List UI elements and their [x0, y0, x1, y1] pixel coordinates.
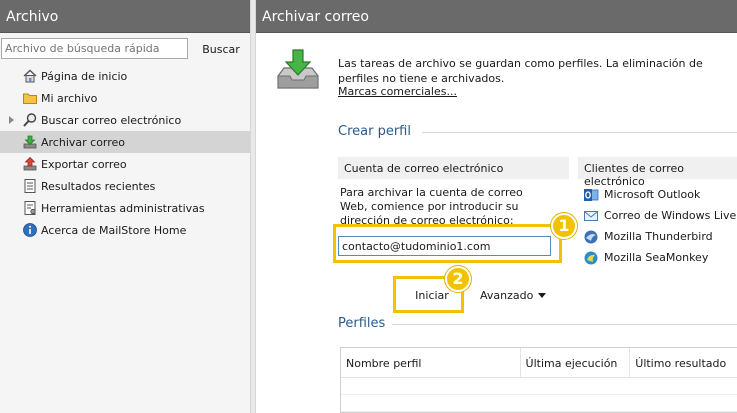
- sidebar-item-archive-email[interactable]: Archivar correo: [0, 131, 250, 153]
- archive-tray-icon: [274, 46, 322, 94]
- email-clients-header: Clientes de correo electrónico: [578, 157, 737, 188]
- section-divider: [422, 132, 737, 133]
- trademarks-link[interactable]: Marcas comerciales...: [338, 85, 457, 98]
- client-label: Mozilla Thunderbird: [604, 230, 713, 243]
- section-divider: [392, 324, 737, 325]
- client-item-outlook[interactable]: Microsoft Outlook: [583, 184, 737, 205]
- tools-document-icon: [22, 200, 38, 216]
- column-header-last-run[interactable]: Última ejecución: [521, 348, 631, 378]
- sidebar-item-label: Resultados recientes: [41, 179, 156, 193]
- export-icon: [22, 156, 38, 172]
- email-account-header: Cuenta de correo electrónico: [338, 157, 569, 179]
- sidebar-item-search-email[interactable]: Buscar correo electrónico: [0, 109, 250, 131]
- document-list-icon: [22, 178, 38, 194]
- sidebar-item-label: Acerca de MailStore Home: [41, 223, 187, 237]
- table-row: [341, 378, 737, 395]
- advanced-label: Avanzado: [480, 288, 534, 302]
- seamonkey-icon: [583, 250, 599, 266]
- sidebar-item-label: Herramientas administrativas: [41, 201, 205, 215]
- client-item-seamonkey[interactable]: Mozilla SeaMonkey: [583, 247, 737, 268]
- email-clients-group: Clientes de correo electrónico: [578, 157, 737, 188]
- sidebar-item-export-email[interactable]: Exportar correo: [0, 153, 250, 175]
- client-item-thunderbird[interactable]: Mozilla Thunderbird: [583, 226, 737, 247]
- advanced-button[interactable]: Avanzado: [480, 284, 547, 306]
- table-row: [341, 395, 737, 412]
- sidebar-item-home[interactable]: Página de inicio: [0, 65, 250, 87]
- sidebar-item-label: Página de inicio: [41, 69, 128, 83]
- profiles-table-header: Nombre perfil Última ejecución Último re…: [341, 348, 737, 378]
- profiles-table: Nombre perfil Última ejecución Último re…: [340, 347, 737, 413]
- panel-title: Archivar correo: [256, 0, 737, 33]
- sidebar-item-about[interactable]: Acerca de MailStore Home: [0, 219, 250, 241]
- email-clients-list: Microsoft Outlook Correo de Windows Live…: [583, 184, 737, 268]
- search-button[interactable]: Buscar: [196, 40, 246, 58]
- sidebar-nav: Página de inicio Mi archivo Buscar corre…: [0, 65, 250, 241]
- sidebar-item-label: Mi archivo: [41, 91, 98, 105]
- column-header-last-result[interactable]: Último resultado: [630, 348, 737, 378]
- windows-live-mail-icon: [583, 208, 599, 224]
- sidebar-item-admin-tools[interactable]: Herramientas administrativas: [0, 197, 250, 219]
- client-label: Mozilla SeaMonkey: [604, 251, 709, 264]
- dropdown-caret-icon: [538, 292, 547, 298]
- client-label: Microsoft Outlook: [604, 188, 701, 201]
- sidebar-item-label: Exportar correo: [41, 157, 127, 171]
- create-profile-title: Crear perfil: [338, 124, 411, 139]
- sidebar-item-label: Buscar correo electrónico: [41, 113, 182, 127]
- intro-text: Las tareas de archivo se guardan como pe…: [338, 57, 703, 85]
- archive-sidebar: Archivo Buscar Página de inicio Mi archi…: [0, 0, 250, 413]
- archive-email-panel: Archivar correo Las tareas de archivo se…: [256, 0, 737, 413]
- home-icon: [22, 68, 38, 84]
- info-icon: [22, 222, 38, 238]
- quick-search-input[interactable]: [1, 38, 188, 59]
- client-label: Correo de Windows Live: [604, 209, 737, 222]
- archive-down-icon: [22, 134, 38, 150]
- sidebar-item-recent-results[interactable]: Resultados recientes: [0, 175, 250, 197]
- magnifier-icon: [22, 112, 38, 128]
- folder-icon: [22, 90, 38, 106]
- email-account-description: Para archivar la cuenta de correo Web, c…: [340, 186, 523, 227]
- step-badge-2: 2: [445, 266, 471, 292]
- sidebar-title: Archivo: [0, 0, 250, 33]
- email-account-group: Cuenta de correo electrónico: [338, 157, 569, 179]
- expand-arrow-icon[interactable]: [9, 116, 14, 124]
- sidebar-item-my-archive[interactable]: Mi archivo: [0, 87, 250, 109]
- profiles-title: Perfiles: [338, 316, 386, 331]
- outlook-icon: [583, 187, 599, 203]
- column-header-profile-name[interactable]: Nombre perfil: [341, 348, 521, 378]
- quick-search-row: Buscar: [0, 38, 250, 60]
- thunderbird-icon: [583, 229, 599, 245]
- client-item-windows-live-mail[interactable]: Correo de Windows Live: [583, 205, 737, 226]
- email-address-input[interactable]: [338, 236, 551, 256]
- step-badge-1: 1: [551, 213, 577, 239]
- sidebar-item-label: Archivar correo: [41, 135, 126, 149]
